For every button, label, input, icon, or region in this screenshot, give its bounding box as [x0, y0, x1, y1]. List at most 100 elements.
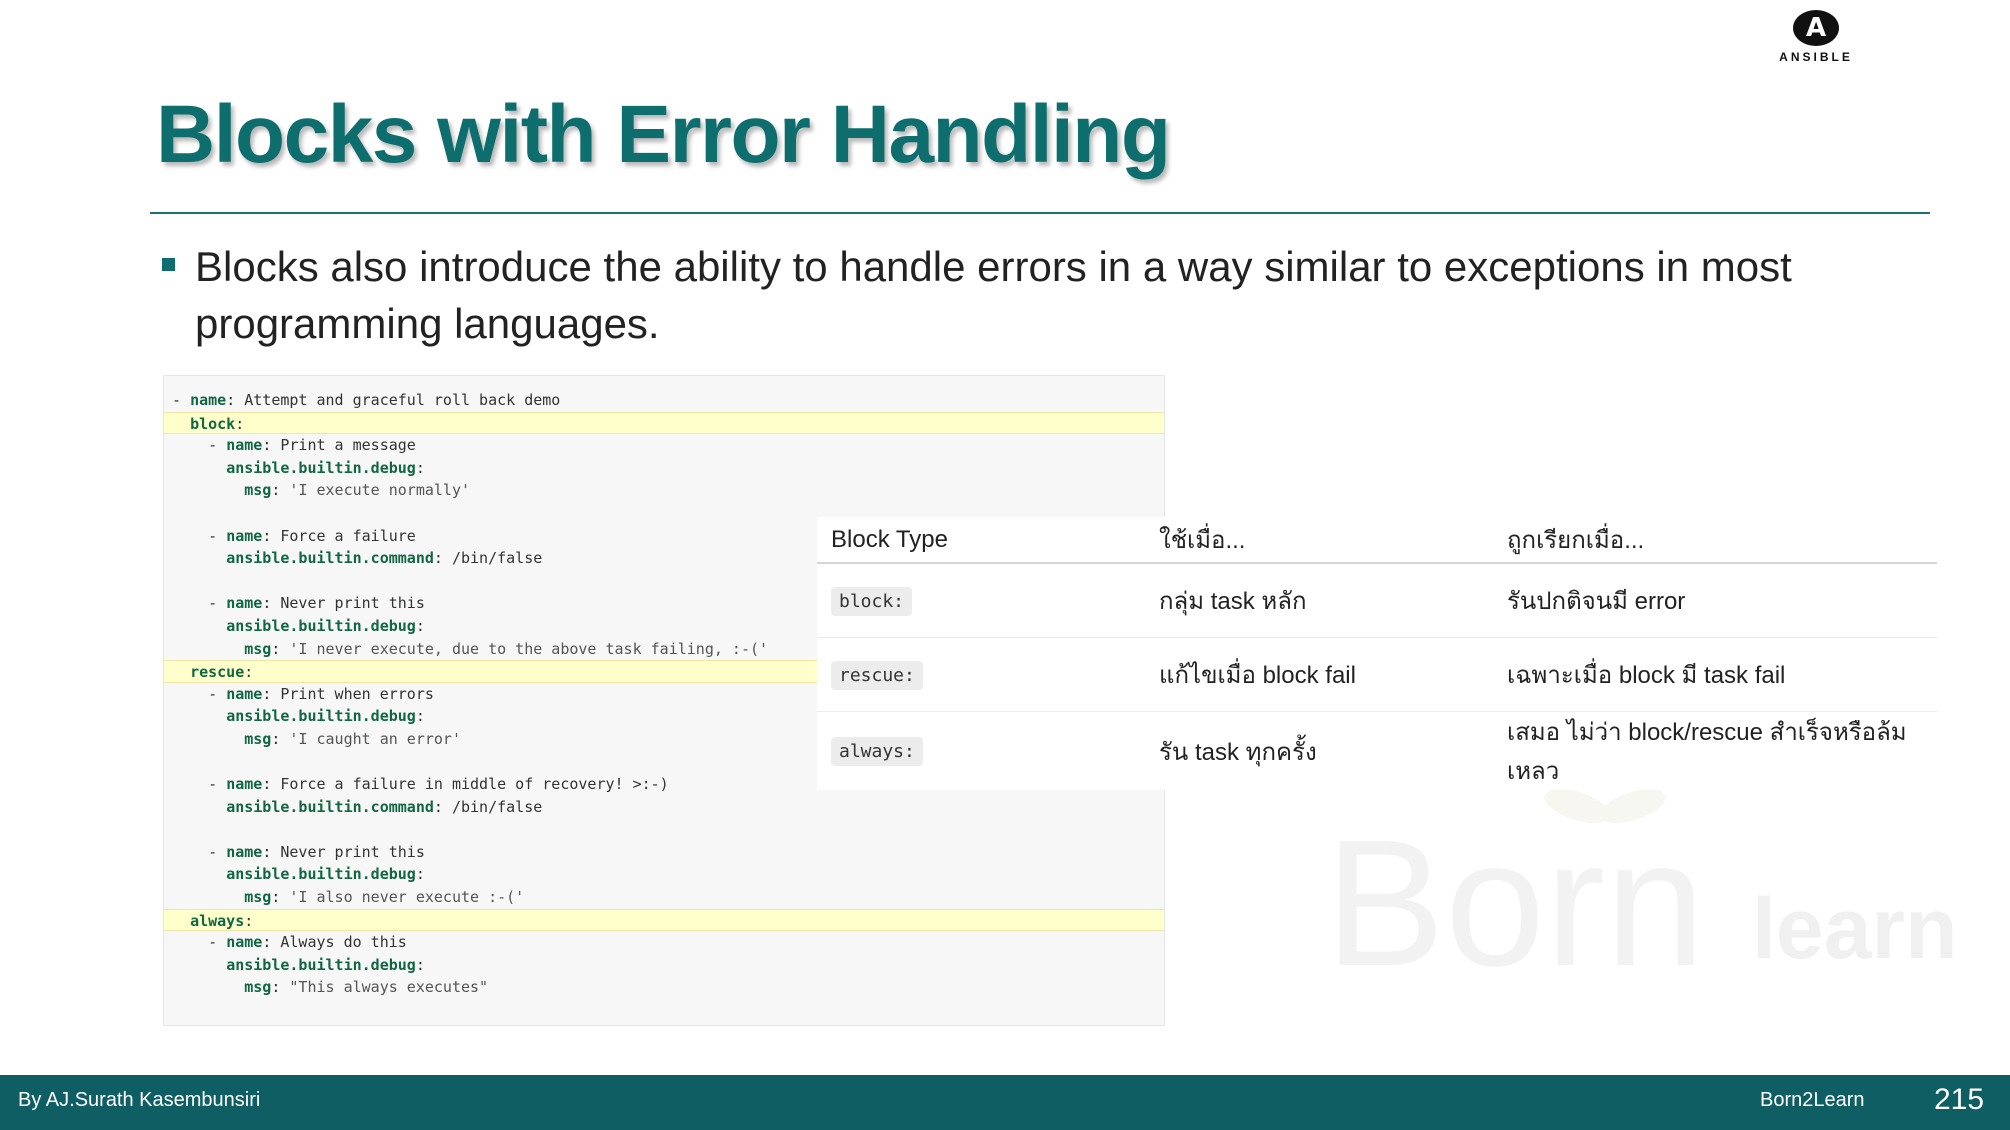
- code-token: ansible.builtin.command: [226, 797, 434, 816]
- code-token: name: [226, 684, 263, 703]
- code-token: -: [172, 933, 227, 952]
- code-token: :: [235, 414, 245, 433]
- footer-author: By AJ.Surath Kasembunsiri: [18, 1089, 261, 1111]
- code-token: msg: [244, 888, 272, 907]
- table-cell: เสมอ ไม่ว่า block/rescue สำเร็จหรือล้มเห…: [1507, 719, 1907, 785]
- table-cell: กลุ่ม task หลัก: [1145, 563, 1493, 638]
- table-cell: เฉพาะเมื่อ block มี task fail: [1493, 637, 1937, 712]
- always-keyword: always:: [831, 737, 923, 766]
- code-line: - name: Always do this: [164, 931, 1164, 954]
- code-token: msg: [244, 481, 272, 500]
- code-token: name: [226, 842, 263, 861]
- table-row: block: กลุ่ม task หลัก รันปกติจนมี error: [817, 563, 1937, 638]
- code-token: : Print when errors: [262, 684, 434, 703]
- code-line: ansible.builtin.debug:: [164, 457, 1164, 480]
- code-line-highlighted: always:: [164, 908, 1164, 932]
- code-token: : Force a failure in middle of recovery!…: [262, 775, 669, 794]
- code-token: : Print a message: [262, 436, 416, 455]
- code-token: ansible.builtin.debug: [226, 955, 416, 974]
- code-token: msg: [244, 729, 272, 748]
- code-token: :: [271, 639, 290, 658]
- code-token: name: [226, 775, 263, 794]
- bullet-square-icon: [162, 258, 175, 271]
- code-token: 'I execute normally': [289, 481, 471, 500]
- ansible-logo: A ANSIBLE: [1760, 10, 1872, 64]
- code-token: name: [226, 933, 263, 952]
- code-token: :: [244, 911, 254, 930]
- footer-bar: By AJ.Surath Kasembunsiri Born2Learn 215: [0, 1075, 2010, 1130]
- code-token: msg: [244, 978, 272, 997]
- code-token: -: [172, 391, 191, 409]
- table-header: Block Type: [817, 517, 1145, 564]
- table-cell: รัน task ทุกครั้ง: [1159, 738, 1317, 766]
- code-token: always: [190, 911, 245, 930]
- code-line: msg: "This always executes": [164, 976, 1164, 999]
- code-token: -: [172, 526, 227, 545]
- code-token: : Never print this: [262, 842, 425, 861]
- code-token: : Never print this: [262, 594, 425, 613]
- code-token: ansible.builtin.debug: [226, 707, 416, 726]
- code-token: -: [172, 775, 227, 794]
- code-token: : /bin/false: [433, 797, 543, 816]
- block-keyword: block:: [831, 586, 913, 616]
- code-token: : Force a failure: [262, 526, 416, 545]
- code-token: 'I also never execute :-(': [289, 888, 525, 907]
- code-token: -: [172, 842, 227, 861]
- code-token: "This always executes": [289, 978, 489, 997]
- code-token: :: [415, 616, 425, 635]
- code-token: ansible.builtin.debug: [226, 865, 416, 884]
- code-token: : /bin/false: [433, 549, 543, 568]
- code-token: -: [172, 684, 227, 703]
- code-line-highlighted: block:: [164, 411, 1164, 435]
- code-token: ansible.builtin.debug: [226, 616, 416, 635]
- code-token: name: [226, 526, 263, 545]
- table-cell: rescue:: [817, 637, 1145, 712]
- code-token: 'I never execute, due to the above task …: [289, 639, 769, 658]
- code-token: :: [271, 888, 290, 907]
- code-token: :: [415, 955, 425, 974]
- table-header: ใช้เมื่อ...: [1145, 517, 1493, 564]
- code-token: name: [226, 436, 263, 455]
- table-cell: แก้ไขเมื่อ block fail: [1145, 637, 1493, 712]
- code-token: rescue: [190, 663, 245, 682]
- footer-brand: Born2Learn: [1760, 1089, 1865, 1111]
- code-token: :: [244, 663, 254, 682]
- bullet-text: Blocks also introduce the ability to han…: [195, 243, 1792, 347]
- code-token: :: [415, 865, 425, 884]
- code-token: :: [415, 458, 425, 477]
- table-row: always: รัน task ทุกครั้ง เสมอ ไม่ว่า bl…: [817, 712, 1937, 791]
- code-token: :: [415, 707, 425, 726]
- code-token: name: [190, 391, 227, 409]
- title-divider: [150, 212, 1930, 214]
- code-line: - name: Never print this: [164, 841, 1164, 864]
- ansible-a-icon: A: [1793, 10, 1839, 46]
- watermark-born: Born: [1325, 803, 1706, 1004]
- table-row: rescue: แก้ไขเมื่อ block fail เฉพาะเมื่อ…: [817, 637, 1937, 712]
- code-line: msg: 'I also never execute :-(': [164, 886, 1164, 909]
- code-line: msg: 'I execute normally': [164, 479, 1164, 502]
- slide-title: Blocks with Error Handling: [156, 89, 1171, 180]
- block-types-table: Block Type ใช้เมื่อ... ถูกเรียกเมื่อ... …: [817, 517, 1937, 790]
- code-token: msg: [244, 639, 272, 658]
- code-line: - name: Attempt and graceful roll back d…: [164, 389, 1164, 412]
- code-line: ansible.builtin.debug:: [164, 863, 1164, 886]
- code-line: ansible.builtin.debug:: [164, 954, 1164, 977]
- code-token: block: [190, 414, 236, 433]
- table-cell: block:: [817, 563, 1145, 638]
- table-header-row: Block Type ใช้เมื่อ... ถูกเรียกเมื่อ...: [817, 517, 1937, 564]
- code-token: : Attempt and graceful roll back demo: [226, 391, 561, 409]
